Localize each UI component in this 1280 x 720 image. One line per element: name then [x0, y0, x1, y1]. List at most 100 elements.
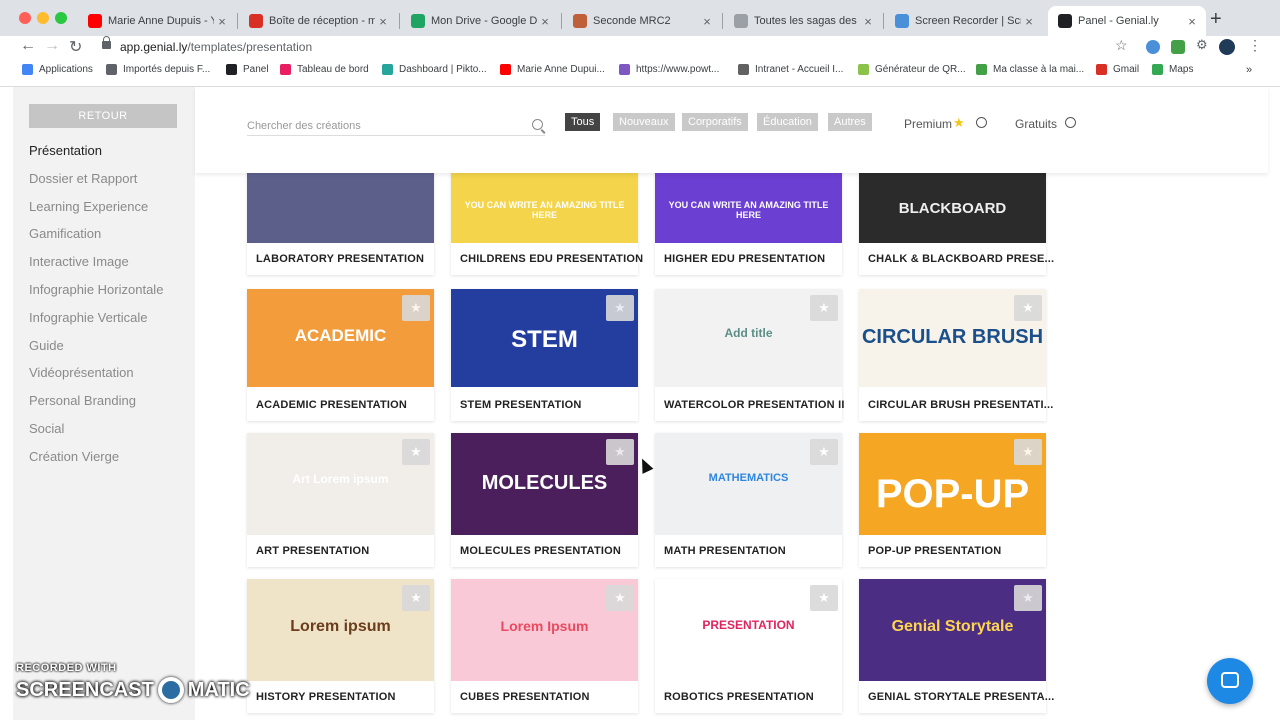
back-button[interactable]: RETOUR	[29, 104, 177, 128]
extension-icon[interactable]	[1146, 40, 1160, 54]
watermark-brand-left: SCREENCAST	[16, 678, 154, 701]
favorite-star-icon[interactable]: ★	[1014, 295, 1042, 321]
bookmark-label: Tableau de bord	[297, 64, 369, 75]
close-window-button[interactable]	[19, 12, 31, 24]
extension-icon[interactable]	[1171, 40, 1185, 54]
browser-tab[interactable]: Seconde MRC2 ×	[563, 6, 721, 36]
thumbnail-text: YOU CAN WRITE AN AMAZING TITLE HERE	[668, 199, 829, 220]
bookmark-item[interactable]: Maps	[1152, 64, 1193, 75]
zoom-window-button[interactable]	[55, 12, 67, 24]
bookmark-label: Marie Anne Dupui...	[517, 64, 605, 75]
filter-chip[interactable]: Corporatifs	[682, 113, 748, 131]
bookmark-item[interactable]: Importés depuis F...	[106, 64, 210, 75]
tab-close-icon[interactable]: ×	[1184, 14, 1200, 29]
puzzle-icon[interactable]: ⚙	[1196, 37, 1208, 53]
template-thumbnail[interactable]: YOU CAN WRITE AN AMAZING TITLE HERE	[655, 173, 842, 243]
favorite-star-icon[interactable]: ★	[402, 295, 430, 321]
address-bar[interactable]: app.genial.ly/templates/presentation	[120, 40, 312, 54]
chat-support-button[interactable]	[1207, 658, 1253, 704]
template-card[interactable]: STEM ★ STEM PRESENTATION	[451, 289, 638, 421]
browser-tab[interactable]: Mon Drive - Google Drive×	[401, 6, 559, 36]
premium-toggle[interactable]	[976, 117, 987, 128]
template-title: ROBOTICS PRESENTATION	[664, 691, 814, 703]
bookmark-favicon-icon	[226, 64, 237, 75]
filter-chip[interactable]: Autres	[828, 113, 872, 131]
sidebar-category-item[interactable]: Création Vierge	[29, 449, 119, 464]
template-card[interactable]: CIRCULAR BRUSH ★ CIRCULAR BRUSH PRESENTATI…	[859, 289, 1053, 421]
filter-chip[interactable]: Éducation	[757, 113, 818, 131]
bookmark-item[interactable]: Gmail	[1096, 64, 1139, 75]
browser-tab[interactable]: Marie Anne Dupuis - YouTube×	[78, 6, 236, 36]
template-thumbnail[interactable]: BLACKBOARD	[859, 173, 1046, 243]
sidebar-category-item[interactable]: Social	[29, 421, 64, 436]
tab-close-icon[interactable]: ×	[1021, 14, 1037, 29]
favorite-star-icon[interactable]: ★	[810, 439, 838, 465]
sidebar-category-item[interactable]: Présentation	[29, 143, 102, 158]
sidebar-category-item[interactable]: Infographie Verticale	[29, 310, 148, 325]
tab-close-icon[interactable]: ×	[699, 14, 715, 29]
browser-tab[interactable]: Boîte de réception - marie×	[239, 6, 397, 36]
template-card[interactable]: MATHEMATICS ★ MATH PRESENTATION	[655, 433, 842, 567]
template-thumbnail[interactable]: YOU CAN WRITE AN AMAZING TITLE HERE	[451, 173, 638, 243]
sidebar-category-item[interactable]: Dossier et Rapport	[29, 171, 137, 186]
template-card[interactable]: PRESENTATION ★ ROBOTICS PRESENTATION	[655, 579, 842, 713]
bookmark-item[interactable]: Applications	[22, 64, 93, 75]
template-title: MATH PRESENTATION	[664, 545, 786, 557]
new-tab-button[interactable]: +	[1210, 8, 1222, 31]
filter-chip[interactable]: Nouveaux	[613, 113, 675, 131]
browser-tab[interactable]: Screen Recorder | Screen×	[885, 6, 1043, 36]
tab-close-icon[interactable]: ×	[375, 14, 391, 29]
filter-chip[interactable]: Tous	[565, 113, 601, 131]
sidebar-category-item[interactable]: Gamification	[29, 226, 101, 241]
favorite-star-icon[interactable]: ★	[402, 585, 430, 611]
sidebar-category-item[interactable]: Guide	[29, 338, 64, 353]
template-title: ART PRESENTATION	[256, 545, 370, 557]
sidebar-category-item[interactable]: Vidéoprésentation	[29, 365, 134, 380]
search-icon[interactable]	[532, 119, 543, 130]
bookmark-item[interactable]: Intranet - Accueil I...	[738, 64, 843, 75]
favorite-star-icon[interactable]: ★	[810, 295, 838, 321]
bookmark-item[interactable]: Panel	[226, 64, 269, 75]
tab-close-icon[interactable]: ×	[537, 14, 553, 29]
template-card[interactable]: MOLECULES ★ MOLECULES PRESENTATION	[451, 433, 638, 567]
bookmark-item[interactable]: Dashboard | Pikto...	[382, 64, 487, 75]
bookmark-item[interactable]: Ma classe à la mai...	[976, 64, 1084, 75]
tab-close-icon[interactable]: ×	[214, 14, 230, 29]
minimize-window-button[interactable]	[37, 12, 49, 24]
tab-close-icon[interactable]: ×	[860, 14, 876, 29]
favorite-star-icon[interactable]: ★	[810, 585, 838, 611]
more-bookmarks-icon[interactable]: »	[1246, 64, 1252, 76]
menu-kebab-icon[interactable]: ⋮	[1248, 37, 1262, 54]
favorite-star-icon[interactable]: ★	[606, 439, 634, 465]
sidebar-category-item[interactable]: Learning Experience	[29, 199, 148, 214]
favorite-star-icon[interactable]: ★	[1014, 585, 1042, 611]
forward-arrow-icon[interactable]: →	[44, 37, 60, 55]
template-card[interactable]: Add title ★ WATERCOLOR PRESENTATION II	[655, 289, 844, 421]
bookmark-star-icon[interactable]: ☆	[1115, 37, 1128, 54]
template-thumbnail[interactable]	[247, 173, 434, 243]
sidebar-category-item[interactable]: Infographie Horizontale	[29, 282, 163, 297]
search-input[interactable]: Chercher des créations	[247, 117, 545, 136]
profile-avatar[interactable]	[1219, 39, 1235, 55]
bookmark-item[interactable]: Marie Anne Dupui...	[500, 64, 605, 75]
template-card[interactable]: Art Lorem ipsum ★ ART PRESENTATION	[247, 433, 434, 567]
favorite-star-icon[interactable]: ★	[1014, 439, 1042, 465]
free-toggle[interactable]	[1065, 117, 1076, 128]
favorite-star-icon[interactable]: ★	[606, 295, 634, 321]
template-card[interactable]: ACADEMIC ★ ACADEMIC PRESENTATION	[247, 289, 434, 421]
template-card[interactable]: Lorem ipsum ★ HISTORY PRESENTATION	[247, 579, 434, 713]
bookmark-item[interactable]: https://www.powt...	[619, 64, 719, 75]
favorite-star-icon[interactable]: ★	[402, 439, 430, 465]
sidebar-category-item[interactable]: Personal Branding	[29, 393, 136, 408]
reload-icon[interactable]: ↻	[69, 37, 82, 57]
bookmark-item[interactable]: Générateur de QR...	[858, 64, 966, 75]
favorite-star-icon[interactable]: ★	[606, 585, 634, 611]
browser-tab[interactable]: Panel - Genial.ly ×	[1048, 6, 1206, 36]
bookmark-item[interactable]: Tableau de bord	[280, 64, 369, 75]
sidebar-category-item[interactable]: Interactive Image	[29, 254, 129, 269]
template-card[interactable]: Genial Storytale ★ GENIAL STORYTALE PRESEN…	[859, 579, 1054, 713]
browser-tab[interactable]: Toutes les sagas des gra×	[724, 6, 882, 36]
back-arrow-icon[interactable]: ←	[20, 37, 36, 55]
template-card[interactable]: POP-UP ★ POP-UP PRESENTATION	[859, 433, 1046, 567]
template-card[interactable]: Lorem Ipsum ★ CUBES PRESENTATION	[451, 579, 638, 713]
